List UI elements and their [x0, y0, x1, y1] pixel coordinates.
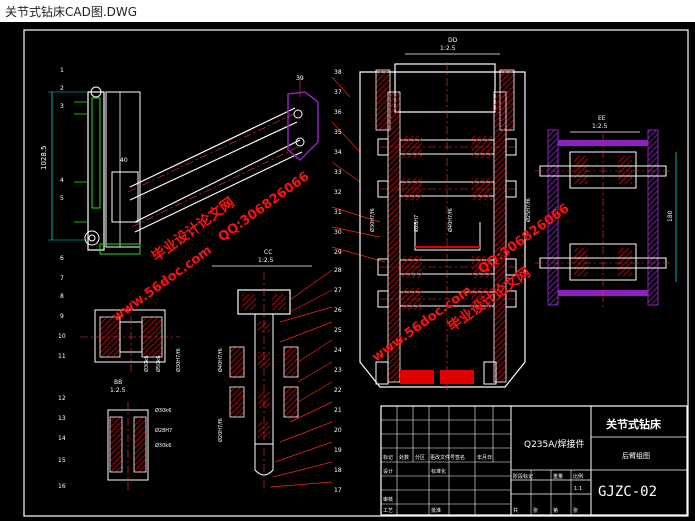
balloon-11: 11	[58, 353, 66, 360]
tb-label-9: 工艺	[383, 508, 393, 514]
cc-label: CC	[264, 249, 272, 256]
balloon-29: 29	[334, 249, 342, 256]
tb-label-11: 阶段标记	[513, 473, 533, 480]
part-balloons: 1 2 3 4 5 6 7 8 9 10 11 12 13 14 15 16 1…	[58, 67, 342, 494]
tb-label-16: 第	[553, 507, 558, 514]
balloon-20: 20	[334, 427, 342, 434]
balloon-2: 2	[60, 85, 64, 92]
tb-label-15: 张	[533, 507, 538, 514]
balloon-28: 28	[334, 267, 342, 274]
balloon-25: 25	[334, 327, 342, 334]
tb-name: 关节式钻床	[606, 417, 662, 431]
balloon-39: 39	[296, 75, 304, 82]
dd-dim-4: Ø25H7/f6	[525, 198, 532, 222]
balloon-36: 36	[334, 109, 342, 116]
tb-label-17: 张	[573, 507, 578, 514]
bb-section: BB 1:2.5 Ø30k6 Ø28H7 Ø30k6	[107, 379, 172, 490]
tb-label-5: 年月日	[477, 454, 492, 461]
tb-label-4: 签名	[455, 454, 465, 461]
balloon-30: 30	[334, 229, 342, 236]
balloon-7: 7	[60, 275, 64, 282]
balloon-3: 3	[60, 103, 64, 110]
ee-label: EE	[598, 115, 606, 122]
tb-material: Q235A/焊接件	[524, 438, 584, 450]
cc-section: CC 1:2.5 Ø40H7/f6 Ø20H7/f6	[212, 249, 312, 492]
tb-label-8: 审核	[383, 496, 393, 503]
dd-label: DD	[448, 37, 458, 44]
balloon-40: 40	[120, 157, 128, 164]
balloon-5: 5	[60, 195, 64, 202]
balloon-38: 38	[334, 69, 342, 76]
dim-d3: Ø20H7/f6	[217, 418, 224, 442]
dim-d8b: Ø30k6	[155, 442, 171, 449]
dim-d6: Ø50k6	[155, 356, 162, 372]
balloon-8: 8	[60, 293, 64, 300]
dd-scale: 1:2.5	[440, 45, 456, 52]
window-titlebar: 关节式钻床CAD图.DWG	[0, 0, 695, 23]
dd-dim-3: Ø40H7/f6	[447, 208, 454, 232]
balloon-12: 12	[58, 395, 66, 402]
dim-d5: Ø30k6	[143, 356, 150, 372]
title-block: 标记 处数 分区 更改文件号 签名 年月日 设计 标准化 审核 工艺 批准 阶段…	[380, 405, 688, 516]
cad-drawing: 1028.5 Ø30k6 Ø50k6 Ø30H7/f6 BB 1:2.5 Ø30…	[23, 29, 689, 517]
balloon-24: 24	[334, 347, 342, 354]
tb-label-3: 更改文件号	[430, 454, 455, 461]
balloon-10: 10	[58, 333, 66, 340]
tb-label-10: 批准	[431, 507, 441, 514]
balloon-1: 1	[60, 67, 64, 74]
dd-dim-1: Ø30H7/f6	[369, 208, 376, 232]
balloon-9: 9	[60, 313, 64, 320]
balloon-15: 15	[58, 457, 66, 464]
balloon-33: 33	[334, 169, 342, 176]
arm-assembly-view: 1028.5	[40, 77, 319, 255]
balloon-23: 23	[334, 367, 342, 374]
balloon-13: 13	[58, 415, 66, 422]
balloon-19: 19	[334, 447, 342, 454]
balloon-18: 18	[334, 467, 342, 474]
tb-label-13: 比例	[573, 473, 583, 480]
tb-code: GJZC-02	[598, 484, 657, 500]
balloon-32: 32	[334, 189, 342, 196]
balloon-4: 4	[60, 177, 64, 184]
bb-label: BB	[114, 379, 122, 386]
dim-d1: Ø30H7/f6	[175, 348, 182, 372]
tb-label-2: 分区	[415, 454, 425, 461]
tb-label-1: 处数	[399, 454, 409, 461]
balloon-21: 21	[334, 407, 342, 414]
balloon-22: 22	[334, 387, 342, 394]
balloon-35: 35	[334, 129, 342, 136]
balloon-37: 37	[334, 89, 342, 96]
dim-d4: Ø40H7/f6	[217, 348, 224, 372]
tb-scale: 1:1	[574, 486, 582, 492]
balloon-31: 31	[334, 209, 342, 216]
tb-label-7: 标准化	[431, 468, 446, 475]
cc-scale: 1:2.5	[258, 257, 274, 264]
bb-scale: 1:2.5	[110, 387, 126, 394]
balloon-26: 26	[334, 307, 342, 314]
balloon-34: 34	[334, 149, 342, 156]
dd-dim-2: Ø28H7	[413, 215, 420, 232]
balloon-16: 16	[58, 483, 66, 490]
ee-scale: 1:2.5	[592, 123, 608, 130]
balloon-17: 17	[334, 487, 342, 494]
tb-label-14: 共	[513, 507, 518, 514]
tb-label-0: 标记	[383, 454, 393, 461]
dim-left-height: 1028.5	[40, 146, 48, 171]
tb-label-12: 重量	[553, 473, 563, 480]
balloon-27: 27	[334, 287, 342, 294]
dim-d2: Ø28H7	[155, 427, 172, 434]
dd-view: DD 1:2.5 Ø30H7/f6 Ø28H7 Ø40H7/f6 Ø25H7/f…	[359, 37, 532, 392]
cad-canvas[interactable]: 1028.5 Ø30k6 Ø50k6 Ø30H7/f6 BB 1:2.5 Ø30…	[0, 22, 695, 521]
tb-label-6: 设计	[383, 468, 393, 475]
balloon-14: 14	[58, 435, 66, 442]
tb-subtitle: 后臂组图	[622, 451, 650, 460]
window-title: 关节式钻床CAD图.DWG	[5, 5, 138, 19]
balloon-6: 6	[60, 255, 64, 262]
dim-d8: Ø30k6	[155, 407, 171, 414]
ee-dim-width: 180	[667, 210, 674, 222]
